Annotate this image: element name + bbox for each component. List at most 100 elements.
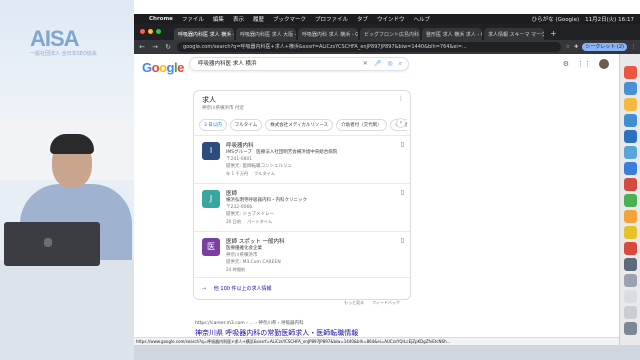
jobs-filter-chips: 3 日以内 フルタイム 株式会社メディカルリソース 介助者付（交代制） その他の… [199,119,407,131]
close-window-icon[interactable] [140,29,145,34]
menu-item-window[interactable]: ウインドウ [377,15,405,23]
bookmark-icon[interactable]: ▯ [401,237,404,244]
job-via: 提供元: M3.Com CAREEN [226,260,281,265]
job-company: 横浜弘明寺呼吸器内科・内科クリニック [226,198,307,203]
menu-item-file[interactable]: ファイル [182,15,204,23]
job-meta: 24 時間前 [226,267,245,273]
dock-app-icon[interactable] [624,130,637,143]
google-results-page: Google 呼吸器内科医 求人 横浜 ✕ 🎤︎ ◎ ⌕ ⚙ ⋮⋮ 求人 神奈川… [134,54,619,337]
incognito-profile-chip[interactable]: シークレット (2) [582,43,627,51]
jobs-card-title: 求人 [202,96,216,104]
dock-app-icon[interactable] [624,178,637,191]
back-icon[interactable]: ← [138,43,146,51]
account-avatar[interactable] [599,59,609,69]
tab-search-osaka[interactable]: 呼吸器内科医 求人 大阪 - Google [236,28,296,40]
job-listing[interactable]: I 呼吸器内科 IMSグループ 医療法人社団明芳会横浜旭中央総合病院 〒241-… [194,135,410,183]
tab-search-respiratory[interactable]: 呼吸器内科 求人 横浜 - Google [298,28,358,40]
mac-dock [619,54,640,345]
browser-menu-icon[interactable]: ⋮ [631,44,636,50]
dock-app-icon[interactable] [624,82,637,95]
dock-app-icon[interactable] [624,242,637,255]
settings-gear-icon[interactable]: ⚙ [563,60,569,68]
tab-bigfront[interactable]: ビッグフロント広島内科 - 呼吸器 [360,28,420,40]
extensions-icon[interactable]: ✚ [574,44,578,50]
feedback-link[interactable]: フィードバック [372,300,400,306]
filter-chip-3days[interactable]: 3 日以内 [199,119,227,131]
job-via: 提供元: 医師転職コンシェルジュ [226,164,292,169]
result-title-link[interactable]: 神奈川県 呼吸器内科の常勤医師求人・医師転職情報 [195,328,358,337]
overlay-logo: AISA [30,26,80,51]
desk [0,260,134,360]
search-query: 呼吸器内科医 求人 横浜 [198,61,257,67]
job-salary: 年 1 千万円 [226,171,249,176]
zoom-window-icon[interactable] [156,29,161,34]
job-via: 提供元: ジョブメドレー [226,212,274,217]
window-controls [140,29,161,34]
overlay-logo-subtitle: 一般社団法人 全日本SEO協会 [30,51,97,57]
job-title: 医師 [226,191,238,197]
menu-item-help[interactable]: ヘルプ [414,15,431,23]
filter-chip-fulltime[interactable]: フルタイム [229,119,263,131]
reload-icon[interactable]: ↻ [164,43,172,51]
dock-app-icon[interactable] [624,66,637,79]
dock-app-icon[interactable] [624,274,637,287]
chips-next-icon[interactable]: › [396,118,406,128]
menu-item-tab[interactable]: タブ [357,15,368,23]
menubar-user[interactable]: ひらがな (Google) [532,15,579,23]
new-tab-icon[interactable]: + [546,28,561,40]
job-company: 医療優雅化会企業 [226,246,262,251]
employer-logo: J [202,190,220,208]
dock-app-icon[interactable] [624,290,637,303]
menu-item-edit[interactable]: 編集 [213,15,224,23]
filter-chip-company[interactable]: 株式会社メディカルリソース [265,119,334,131]
clear-search-icon[interactable]: ✕ [363,58,368,70]
employer-logo: I [202,142,220,160]
arrow-right-icon: → [202,286,207,292]
screen: AISA 一般社団法人 全日本SEO協会 Chrome ファイル 編集 表示 履… [0,0,640,360]
tab-schema-markup[interactable]: 求人情報 スキーマ マークアップ [484,28,544,40]
menu-item-bookmarks[interactable]: ブックマーク [273,15,306,23]
tab-search-orthopedic[interactable]: 整形医 求人 横浜 求人 - Google 検 [422,28,482,40]
menu-item-view[interactable]: 表示 [233,15,244,23]
job-listing[interactable]: 医 医師 スポット 一般内科 医療優雅化会企業 神奈川県横浜市 提供元: M3.… [194,231,410,279]
search-icon[interactable]: ⌕ [399,58,402,70]
mac-menubar: Chrome ファイル 編集 表示 履歴 ブックマーク プロファイル タブ ウイ… [134,14,640,24]
lens-icon[interactable]: ◎ [387,58,392,70]
dock-app-icon[interactable] [624,210,637,223]
minimize-window-icon[interactable] [148,29,153,34]
menubar-clock[interactable]: 11月2日(火) 16:17 [585,15,634,23]
bookmark-star-icon[interactable]: ☆ [566,44,570,50]
google-logo[interactable]: Google [142,60,184,75]
bookmark-icon[interactable]: ▯ [401,189,404,196]
menu-item-profiles[interactable]: プロファイル [315,15,348,23]
dock-app-icon[interactable] [624,194,637,207]
trash-icon[interactable] [624,322,637,335]
job-posted: 20 日前 [226,219,242,224]
employer-logo: 医 [202,238,220,256]
job-title: 医師 スポット 一般内科 [226,239,285,245]
more-jobs-link[interactable]: → 他 100 件以上の求人情報 [194,277,410,299]
show-more-link[interactable]: もっと見る [344,300,364,306]
dock-app-icon[interactable] [624,226,637,239]
jobs-more-options-icon[interactable]: ⋮ [398,95,404,102]
filter-chip-shift[interactable]: 介助者付（交代制） [336,119,387,131]
dock-app-icon[interactable] [624,162,637,175]
address-bar[interactable]: google.com/search?q=呼吸器内科医+求人+横浜&sxsrf=A… [177,42,561,52]
dock-app-icon[interactable] [624,98,637,111]
menu-item-chrome[interactable]: Chrome [149,16,173,22]
forward-icon[interactable]: → [151,43,159,51]
tab-search-yokohama[interactable]: 呼吸器内科医 求人 横浜 - Google 検索 [174,28,234,40]
dock-app-icon[interactable] [624,306,637,319]
job-title: 呼吸器内科 [226,143,254,149]
dock-app-icon[interactable] [624,258,637,271]
apps-grid-icon[interactable]: ⋮⋮ [577,60,591,68]
menu-item-history[interactable]: 履歴 [253,15,264,23]
video-background [0,0,134,120]
voice-search-icon[interactable]: 🎤︎ [374,58,382,70]
job-listing[interactable]: J 医師 横浜弘明寺呼吸器内科・内科クリニック 〒232-0066 提供元: ジ… [194,183,410,231]
dock-app-icon[interactable] [624,114,637,127]
result-url[interactable]: https://career.m3.com › ... › 神奈川県 › 呼吸器… [195,320,304,326]
search-input[interactable]: 呼吸器内科医 求人 横浜 ✕ 🎤︎ ◎ ⌕ [189,57,409,71]
bookmark-icon[interactable]: ▯ [401,141,404,148]
dock-app-icon[interactable] [624,146,637,159]
